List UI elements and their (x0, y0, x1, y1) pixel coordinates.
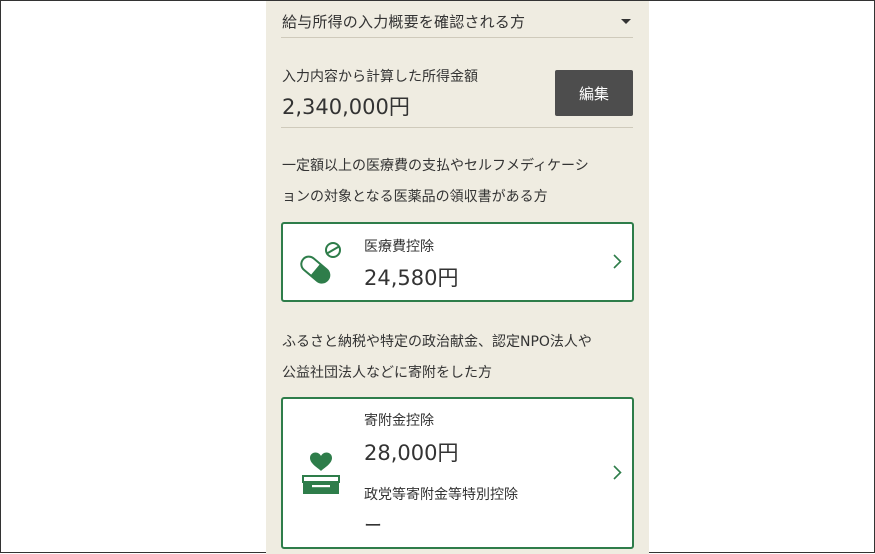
income-amount-value: 2,340,000円 (282, 95, 410, 119)
income-amount-label: 入力内容から計算した所得金額 (282, 69, 478, 85)
donation-description-line1: ふるさと納税や特定の政治献金、認定NPO法人や (282, 334, 592, 350)
chevron-right-icon (613, 254, 622, 269)
caret-down-icon (621, 19, 631, 24)
donation-card-title: 寄附金控除 (364, 413, 434, 429)
medicine-capsule-icon (300, 242, 341, 284)
medical-card-amount: 24,580円 (364, 266, 459, 290)
medical-card-title: 医療費控除 (364, 239, 434, 255)
edit-button[interactable]: 編集 (555, 70, 633, 116)
donation-description: ふるさと納税や特定の政治献金、認定NPO法人や 公益社団法人などに寄附をした方 (282, 327, 632, 389)
medical-description-line2: ョンの対象となる医薬品の領収書がある方 (282, 189, 548, 205)
accordion-label: 給与所得の入力概要を確認される方 (282, 13, 526, 31)
deduction-panel: 給与所得の入力概要を確認される方 入力内容から計算した所得金額 2,340,00… (266, 1, 649, 554)
donation-card-amount: 28,000円 (364, 441, 459, 465)
political-donation-label: 政党等寄附金等特別控除 (364, 487, 518, 503)
screenshot-frame: 給与所得の入力概要を確認される方 入力内容から計算した所得金額 2,340,00… (0, 0, 875, 554)
donation-deduction-card[interactable]: 寄附金控除 28,000円 政党等寄附金等特別控除 ー (281, 397, 634, 549)
income-summary-accordion[interactable]: 給与所得の入力概要を確認される方 (281, 9, 633, 38)
income-amount-section: 入力内容から計算した所得金額 2,340,000円 編集 (281, 59, 633, 128)
medical-deduction-card[interactable]: 医療費控除 24,580円 (281, 222, 634, 302)
political-donation-value: ー (364, 516, 382, 537)
donation-description-line2: 公益社団法人などに寄附をした方 (282, 365, 492, 381)
chevron-right-icon (613, 465, 622, 480)
medical-description-line1: 一定額以上の医療費の支払やセルフメディケーシ (282, 158, 589, 174)
medical-description: 一定額以上の医療費の支払やセルフメディケーシ ョンの対象となる医薬品の領収書があ… (282, 151, 632, 213)
heart-donation-box-icon (302, 452, 340, 494)
